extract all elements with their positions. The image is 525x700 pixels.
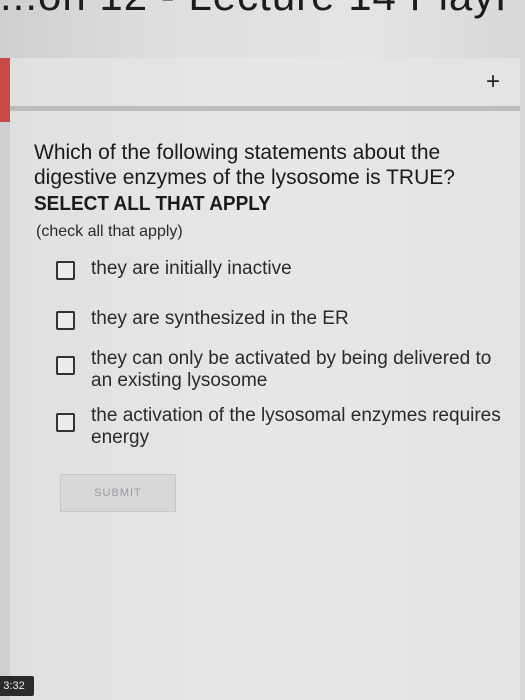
page-title: ...on 12 - Lecture 14 PlayPosit xyxy=(0,0,525,22)
timestamp-badge: 3:32 xyxy=(0,676,34,696)
card-header: + xyxy=(10,58,520,111)
add-button[interactable]: + xyxy=(486,70,500,94)
checkbox[interactable] xyxy=(56,413,75,432)
option-label: the activation of the lysosomal enzymes … xyxy=(91,405,501,448)
checkbox[interactable] xyxy=(56,261,75,280)
option-1[interactable]: they are initially inactive xyxy=(56,258,516,284)
question-hint: (check all that apply) xyxy=(36,223,183,240)
option-label: they can only be activated by being deli… xyxy=(91,348,492,391)
checkbox[interactable] xyxy=(56,356,75,375)
left-accent-bar xyxy=(0,58,10,122)
question-card: + Which of the following statements abou… xyxy=(10,58,520,700)
screen: ...on 12 - Lecture 14 PlayPosit + Which … xyxy=(0,0,525,700)
option-label: they are synthesized in the ER xyxy=(91,308,349,329)
question-text: Which of the following statements about … xyxy=(34,141,455,189)
option-2[interactable]: they are synthesized in the ER xyxy=(56,308,516,334)
option-4[interactable]: the activation of the lysosomal enzymes … xyxy=(56,405,516,453)
question-instruction: SELECT ALL THAT APPLY xyxy=(34,193,271,215)
checkbox[interactable] xyxy=(56,311,75,330)
submit-button[interactable]: SUBMIT xyxy=(60,474,176,512)
option-3[interactable]: they can only be activated by being deli… xyxy=(56,348,516,396)
option-label: they are initially inactive xyxy=(91,258,292,279)
